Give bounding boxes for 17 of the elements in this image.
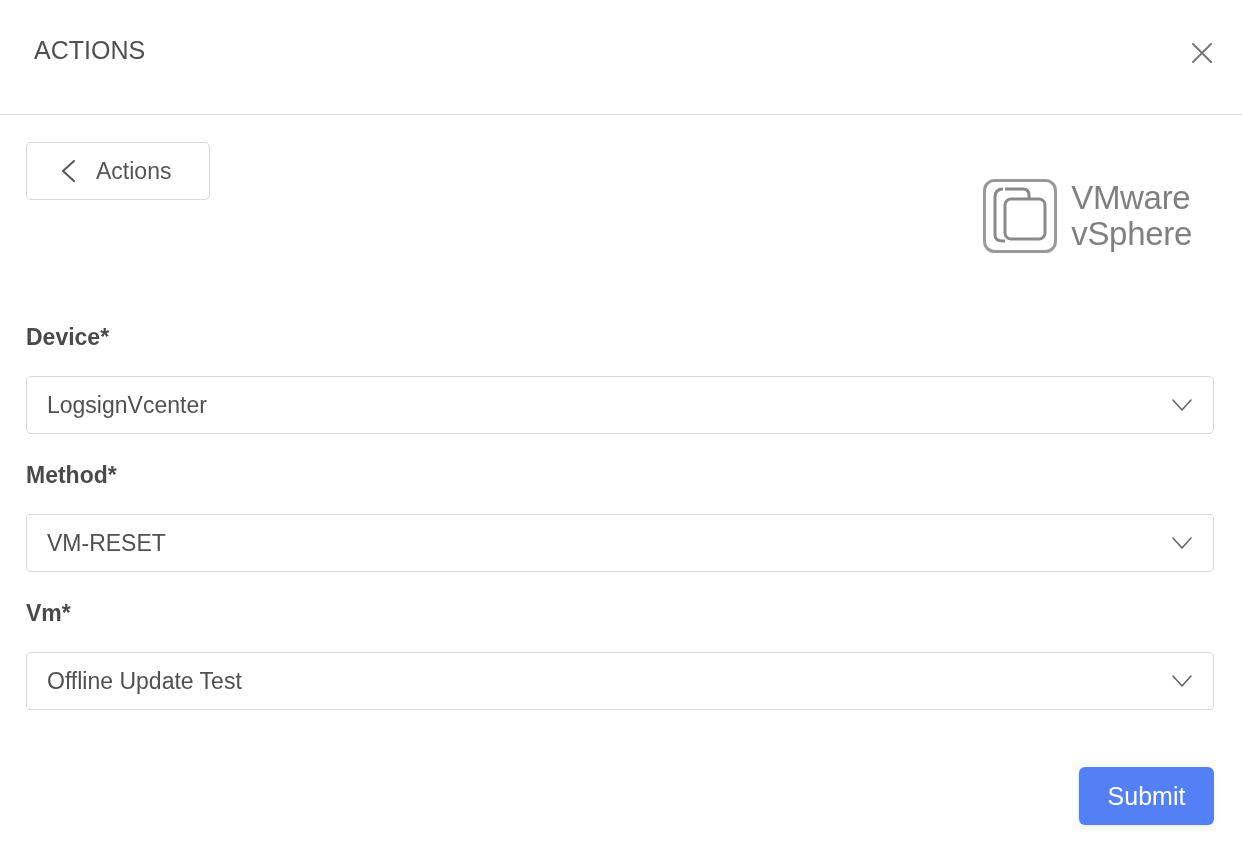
- chevron-down-icon: [1172, 537, 1192, 549]
- logo-text: VMware: [1071, 180, 1192, 216]
- field-label: Method*: [26, 461, 117, 490]
- field-label: Device*: [26, 323, 110, 352]
- close-icon[interactable]: [1192, 43, 1212, 63]
- submit-button[interactable]: Submit: [1079, 767, 1214, 825]
- back-button[interactable]: Actions: [26, 142, 210, 200]
- chevron-left-icon: [60, 160, 76, 182]
- dropdown-field[interactable]: LogsignVcenter: [26, 376, 1214, 434]
- chevron-down-icon: [1172, 399, 1192, 411]
- dropdown-field[interactable]: Offline Update Test: [26, 652, 1214, 710]
- dropdown-field[interactable]: VM-RESET: [26, 514, 1214, 572]
- field-label: Vm*: [26, 599, 71, 628]
- logo-text: vSphere: [1071, 216, 1192, 252]
- logo-icon: [983, 179, 1058, 253]
- dialog-title: ACTIONS: [34, 35, 146, 65]
- chevron-down-icon: [1172, 675, 1192, 687]
